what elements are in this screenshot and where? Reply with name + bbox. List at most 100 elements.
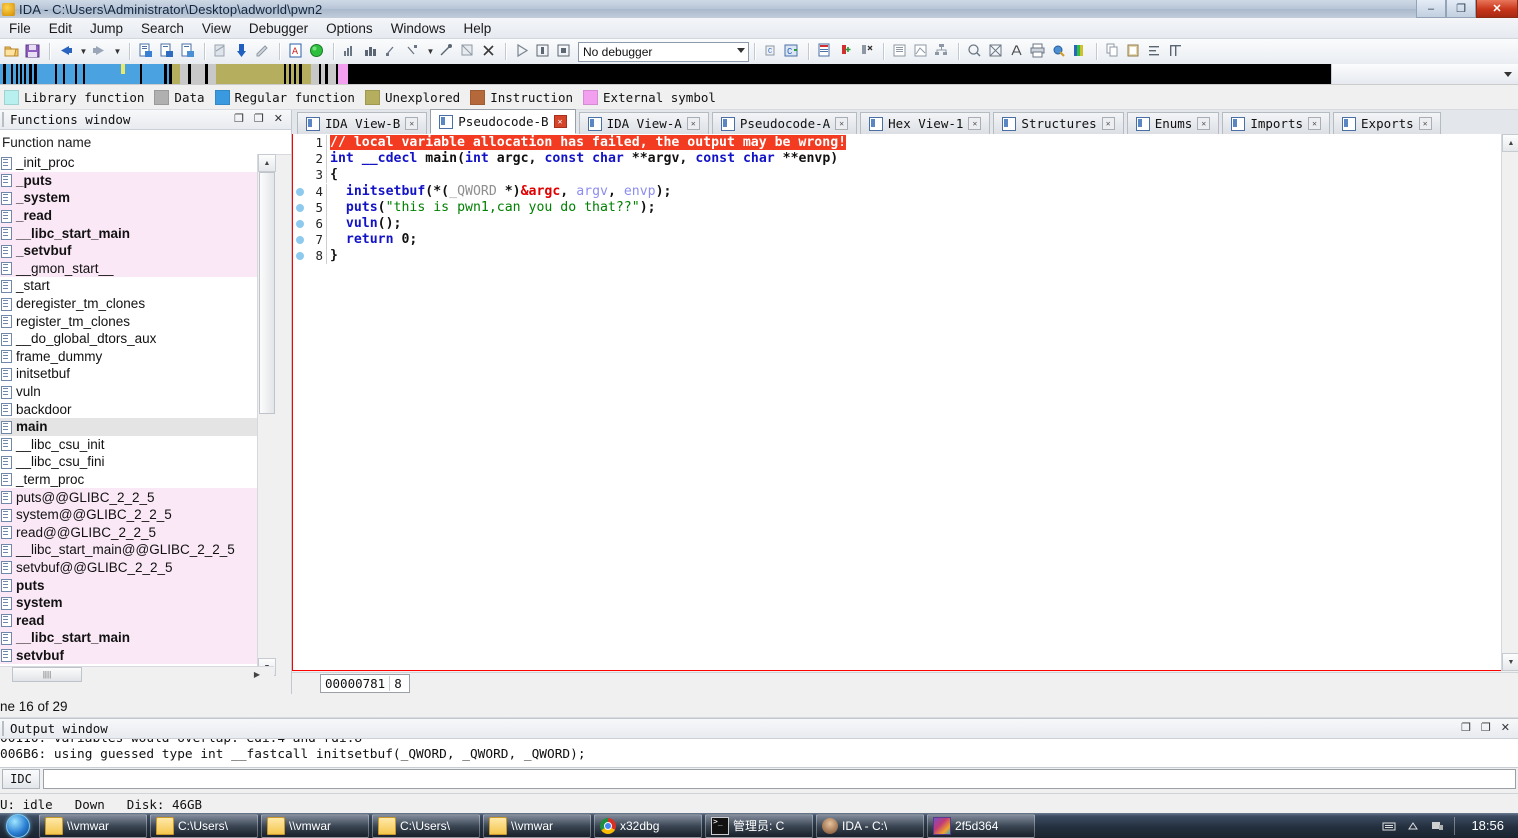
function-list-item[interactable]: __libc_start_main@@GLIBC_2_2_5 xyxy=(0,541,274,559)
output-float-button[interactable]: ❐ xyxy=(1481,723,1491,734)
delete-icon[interactable] xyxy=(480,42,499,61)
breakpoint-dot-icon[interactable] xyxy=(296,220,304,229)
breakpoint-gutter[interactable] xyxy=(293,187,307,196)
breakpoint-dot-icon[interactable] xyxy=(296,236,304,245)
tab-ida-view-b[interactable]: IDA View-B ✕ xyxy=(297,112,428,134)
function-list-item[interactable]: __gmon_start__ xyxy=(0,259,274,278)
output-restore-button[interactable]: ❐ xyxy=(1461,723,1471,734)
cross-ref-icon[interactable] xyxy=(459,42,478,61)
maximize-button[interactable]: ❐ xyxy=(1446,0,1476,18)
taskbar-item[interactable]: \\vmwar xyxy=(39,813,147,838)
function-list-item[interactable]: __do_global_dtors_aux xyxy=(0,330,274,348)
open-file-icon[interactable] xyxy=(3,42,22,61)
function-list-item[interactable]: system xyxy=(0,593,274,612)
scroll-thumb[interactable] xyxy=(259,172,275,414)
tab-close-icon[interactable]: ✕ xyxy=(1101,117,1115,130)
tab-close-icon[interactable]: ✕ xyxy=(405,117,419,130)
jump-down-icon[interactable] xyxy=(233,42,252,61)
code-line[interactable]: 1 // local variable allocation has failed… xyxy=(293,135,1517,152)
show-hidden-icon[interactable] xyxy=(1406,819,1420,833)
taskbar-item[interactable]: 2f5d364 xyxy=(927,813,1035,838)
hscroll-right-icon[interactable]: ▶ xyxy=(254,670,260,679)
tab-enums[interactable]: Enums ✕ xyxy=(1126,112,1220,134)
minimize-button[interactable]: – xyxy=(1416,0,1446,18)
make-data-icon[interactable] xyxy=(158,42,177,61)
scroll-down-icon[interactable]: ▼ xyxy=(1502,653,1518,671)
scroll-up-icon[interactable]: ▲ xyxy=(258,154,276,172)
tab-close-icon[interactable]: ✕ xyxy=(553,115,567,128)
pseudocode-vertical-scrollbar[interactable]: ▲ ▼ xyxy=(1501,134,1518,671)
functions-horizontal-scrollbar[interactable]: |||| ▶ xyxy=(0,666,274,682)
nav-back-dropdown-icon[interactable]: ▼ xyxy=(78,43,89,60)
tab-ida-view-a[interactable]: IDA View-A ✕ xyxy=(578,112,709,134)
functions-list[interactable]: _init_proc _puts _system _read __libc_start_… xyxy=(0,154,274,676)
stop-icon[interactable] xyxy=(555,42,574,61)
function-list-item[interactable]: initsetbuf xyxy=(0,365,274,383)
menu-item-windows[interactable]: Windows xyxy=(382,19,455,38)
function-list-item[interactable]: main xyxy=(0,417,274,436)
breakpoint-gutter[interactable] xyxy=(293,236,307,245)
taskbar-item[interactable]: 管理员: C xyxy=(705,813,813,838)
network-icon[interactable] xyxy=(1430,819,1444,833)
idc-input[interactable] xyxy=(43,768,1516,789)
tab-exports[interactable]: Exports ✕ xyxy=(1333,112,1441,134)
function-list-item[interactable]: _setvbuf xyxy=(0,241,274,260)
tab-close-icon[interactable]: ✕ xyxy=(835,117,849,130)
make-string-icon[interactable] xyxy=(179,42,198,61)
function-list-item[interactable]: _puts xyxy=(0,171,274,190)
menu-item-file[interactable]: File xyxy=(0,19,40,38)
function-list-item[interactable]: vuln xyxy=(0,383,274,401)
settings-icon[interactable] xyxy=(1050,42,1069,61)
function-list-item[interactable]: _start xyxy=(0,277,274,295)
xrefs-to-icon[interactable] xyxy=(383,42,402,61)
taskbar-item[interactable]: C:\Users\ xyxy=(150,813,258,838)
make-code-icon[interactable] xyxy=(137,42,156,61)
function-list-item[interactable]: frame_dummy xyxy=(0,348,274,366)
trace-icon[interactable]: C xyxy=(762,42,781,61)
colors-icon[interactable] xyxy=(1071,42,1090,61)
code-line[interactable]: 5 puts("this is pwn1,can you do that??")… xyxy=(293,200,1517,216)
debugger-selector[interactable]: No debugger xyxy=(578,41,749,62)
functions-float-button[interactable]: ❐ xyxy=(254,114,264,125)
function-list-item[interactable]: __libc_start_main xyxy=(0,629,274,647)
function-list-item[interactable]: setvbuf xyxy=(0,646,274,665)
navigation-band-selector[interactable] xyxy=(1331,64,1518,84)
tab-close-icon[interactable]: ✕ xyxy=(686,117,700,130)
function-list-item[interactable]: _term_proc xyxy=(0,471,274,489)
tab-imports[interactable]: Imports ✕ xyxy=(1222,112,1331,134)
print-icon[interactable] xyxy=(1029,42,1048,61)
taskbar-clock[interactable]: 18:56 xyxy=(1471,818,1510,833)
function-list-item[interactable]: deregister_tm_clones xyxy=(0,295,274,313)
save-icon[interactable] xyxy=(24,42,43,61)
tab-close-icon[interactable]: ✕ xyxy=(968,117,982,130)
code-line[interactable]: 3{ xyxy=(293,167,1517,184)
code-line[interactable]: 8} xyxy=(293,248,1517,265)
xrefs-from-icon[interactable] xyxy=(404,42,423,61)
pause-icon[interactable] xyxy=(534,42,553,61)
function-list-item[interactable]: puts@@GLIBC_2_2_5 xyxy=(0,488,274,506)
idc-mode-button[interactable]: IDC xyxy=(2,768,40,789)
output-log[interactable]: 00110: variables would overlap: edi.4 an… xyxy=(0,739,1518,768)
taskbar-item[interactable]: \\vmwar xyxy=(483,813,591,838)
fit-icon[interactable] xyxy=(987,42,1006,61)
hierarchy-icon[interactable] xyxy=(933,42,952,61)
tab-close-icon[interactable]: ✕ xyxy=(1308,117,1322,130)
menu-item-edit[interactable]: Edit xyxy=(40,19,81,38)
align-icon[interactable] xyxy=(1146,42,1165,61)
function-list-item[interactable]: backdoor xyxy=(0,400,274,418)
code-line[interactable]: 7 return 0; xyxy=(293,232,1517,249)
tab-pseudocode-a[interactable]: Pseudocode-A ✕ xyxy=(711,112,858,134)
tab-hex-view-1[interactable]: Hex View-1 ✕ xyxy=(860,112,991,134)
function-list-item[interactable]: setvbuf@@GLIBC_2_2_5 xyxy=(0,558,274,577)
zoom-icon[interactable] xyxy=(966,42,985,61)
taskbar-item[interactable]: \\vmwar xyxy=(261,813,369,838)
taskbar-item[interactable]: IDA - C:\ xyxy=(816,813,924,838)
tab-close-icon[interactable]: ✕ xyxy=(1197,117,1211,130)
menu-item-options[interactable]: Options xyxy=(317,19,382,38)
function-list-item[interactable]: _system xyxy=(0,189,274,207)
paste-icon[interactable] xyxy=(1125,42,1144,61)
tab-close-icon[interactable]: ✕ xyxy=(1418,117,1432,130)
function-list-item[interactable]: read xyxy=(0,611,274,630)
breakpoint-gutter[interactable] xyxy=(293,252,307,261)
function-list-item[interactable]: __libc_start_main xyxy=(0,224,274,242)
